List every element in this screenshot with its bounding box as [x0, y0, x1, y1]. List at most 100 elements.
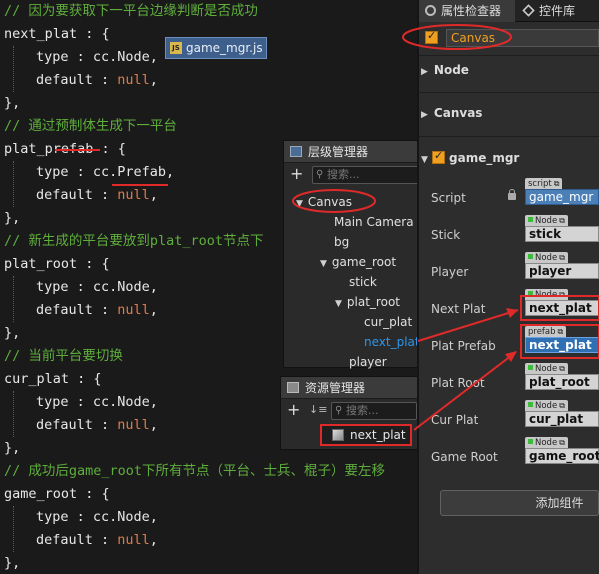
- code-line-prefab-type: type : cc.Prefab,: [36, 164, 175, 180]
- file-tab-game-mgr[interactable]: JS game_mgr.js: [165, 37, 267, 59]
- tree-node-canvas[interactable]: ▼ Canvas: [296, 192, 352, 212]
- tree-node-game-root[interactable]: ▼ game_root: [320, 252, 396, 272]
- tab-label: 属性检查器: [441, 4, 502, 18]
- field-type-tag: Node ⧉: [525, 252, 568, 263]
- code-line: default : null,: [36, 417, 158, 433]
- expanded-arrow-icon: ▼: [421, 155, 428, 165]
- tree-node-label: Canvas: [307, 195, 352, 209]
- stick-field[interactable]: stick: [525, 226, 599, 242]
- hierarchy-icon: [290, 146, 302, 157]
- field-type-tag: Node ⧉: [525, 400, 568, 411]
- hierarchy-search-input[interactable]: ⚲ 搜索...: [312, 166, 417, 184]
- code-line: },: [4, 95, 21, 111]
- code-line: cur_plat : {: [4, 371, 102, 387]
- expand-arrow-icon[interactable]: ▼: [335, 299, 342, 309]
- assets-title: 资源管理器: [305, 381, 366, 395]
- plat-root-field[interactable]: plat_root: [525, 374, 599, 390]
- code-line: },: [4, 325, 21, 341]
- tab-inspector[interactable]: 属性检查器: [419, 0, 515, 22]
- js-file-icon: JS: [170, 42, 182, 54]
- prop-label-script: Script: [431, 191, 466, 205]
- sort-icon[interactable]: ↓≡: [309, 403, 327, 416]
- tree-node-stick[interactable]: stick: [349, 272, 377, 292]
- inspector-panel: 属性检查器 控件库: [417, 0, 599, 574]
- tree-node-player[interactable]: player: [349, 352, 387, 372]
- tree-node-main-camera[interactable]: Main Camera: [334, 212, 414, 232]
- asset-label: next_plat: [350, 428, 406, 442]
- code-comment: // 因为要获取下一平台边缘判断是否成功: [4, 3, 258, 19]
- game-root-field[interactable]: game_root: [525, 448, 599, 464]
- asset-next-plat-prefab[interactable]: next_plat: [320, 424, 412, 446]
- assets-title-bar: 资源管理器: [281, 377, 417, 399]
- section-game-mgr-label: game_mgr: [449, 151, 520, 165]
- code-comment: // 通过预制体生成下一平台: [4, 118, 177, 134]
- player-field[interactable]: player: [525, 263, 599, 279]
- prop-label-plat-prefab: Plat Prefab: [431, 339, 496, 353]
- script-field[interactable]: game_mgr: [525, 189, 599, 205]
- code-line: default : null,: [36, 532, 158, 548]
- code-comment: // 当前平台要切换: [4, 348, 123, 364]
- expand-arrow-icon[interactable]: ▼: [320, 259, 327, 269]
- code-comment: // 新生成的平台要放到plat_root节点下: [4, 233, 264, 249]
- prop-label-stick: Stick: [431, 228, 461, 242]
- section-canvas[interactable]: ▶ Canvas: [421, 106, 482, 120]
- field-type-tag: Node ⧉: [525, 363, 568, 374]
- prop-label-game-root: Game Root: [431, 450, 498, 464]
- cur-plat-field[interactable]: cur_plat: [525, 411, 599, 427]
- indent-guide: [13, 46, 14, 92]
- search-placeholder: 搜索...: [327, 168, 360, 181]
- hierarchy-title: 层级管理器: [308, 145, 369, 159]
- prop-label-cur-plat: Cur Plat: [431, 413, 479, 427]
- collapsed-arrow-icon: ▶: [421, 110, 428, 120]
- divider: [419, 55, 599, 56]
- tree-node-label: Main Camera: [334, 215, 414, 229]
- assets-search-input[interactable]: ⚲ 搜索...: [331, 402, 417, 420]
- divider: [419, 136, 599, 137]
- node-active-checkbox[interactable]: [425, 29, 438, 44]
- code-line: default : null,: [36, 72, 158, 88]
- lock-icon: [508, 189, 516, 200]
- search-placeholder: 搜索...: [346, 404, 379, 417]
- search-icon: ⚲: [335, 405, 343, 416]
- expand-arrow-icon[interactable]: ▼: [296, 199, 303, 209]
- collapsed-arrow-icon: ▶: [421, 67, 428, 77]
- field-type-tag: Node ⧉: [525, 215, 568, 226]
- code-comment: // 成功后game_root下所有节点（平台、士兵、棍子）要左移: [4, 463, 386, 479]
- code-line: type : cc.Node,: [36, 509, 158, 525]
- tab-label: 控件库: [539, 4, 576, 18]
- node-name-field[interactable]: Canvas: [446, 29, 599, 47]
- folder-icon: [287, 382, 299, 393]
- hierarchy-title-bar: 层级管理器: [284, 141, 417, 163]
- add-asset-icon[interactable]: +: [287, 401, 300, 419]
- code-line: default : null,: [36, 302, 158, 318]
- section-label: Canvas: [433, 106, 483, 120]
- add-component-button[interactable]: 添加组件: [440, 490, 599, 516]
- code-line: next_plat : {: [4, 26, 110, 42]
- tree-node-bg[interactable]: bg: [334, 232, 349, 252]
- prop-label-plat-root: Plat Root: [431, 376, 485, 390]
- section-node[interactable]: ▶ Node: [421, 63, 469, 77]
- code-line: type : cc.Node,: [36, 49, 158, 65]
- indent-guide: [13, 506, 14, 552]
- code-line: plat_root : {: [4, 256, 110, 272]
- tree-node-label: next_plat: [364, 335, 420, 349]
- prefab-cube-icon: [332, 429, 344, 441]
- tree-node-label: bg: [334, 235, 350, 249]
- component-enabled-checkbox[interactable]: [432, 149, 445, 164]
- code-line: game_root : {: [4, 486, 110, 502]
- tab-widget-library[interactable]: 控件库: [517, 0, 599, 22]
- indent-guide: [13, 276, 14, 322]
- tree-node-label: stick: [349, 275, 377, 289]
- gear-icon: [425, 5, 436, 16]
- plat-prefab-field[interactable]: next_plat: [525, 337, 599, 353]
- next-plat-field[interactable]: next_plat: [525, 300, 599, 316]
- tree-node-plat-root[interactable]: ▼ plat_root: [335, 292, 400, 312]
- widget-library-icon: [522, 4, 535, 17]
- field-type-tag: Node ⧉: [525, 437, 568, 448]
- file-tab-label: game_mgr.js: [186, 41, 263, 55]
- tree-node-cur-plat[interactable]: cur_plat: [364, 312, 412, 332]
- code-line: default : null,: [36, 187, 158, 203]
- tree-node-next-plat[interactable]: next_plat: [364, 332, 420, 352]
- add-node-icon[interactable]: +: [290, 165, 303, 183]
- tree-node-label: plat_root: [346, 295, 400, 309]
